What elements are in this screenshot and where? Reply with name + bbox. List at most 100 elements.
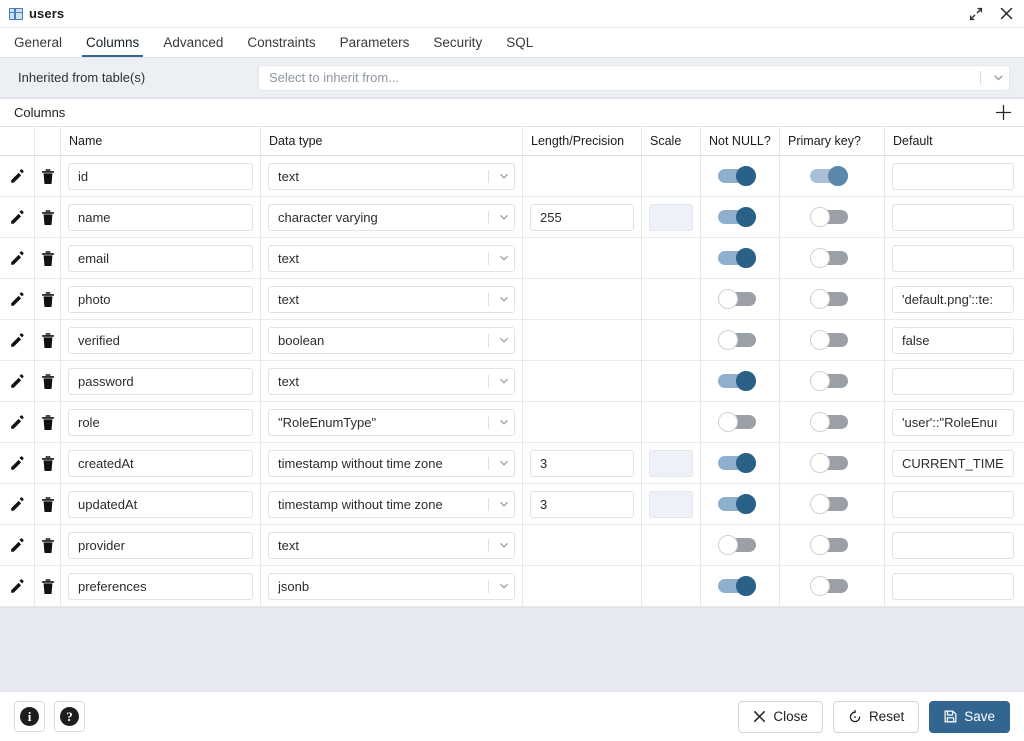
edit-row-button[interactable]	[7, 576, 27, 596]
save-button[interactable]: Save	[929, 700, 1010, 733]
delete-row-button[interactable]	[38, 330, 58, 350]
column-name-input[interactable]: updatedAt	[68, 490, 253, 518]
not-null-toggle[interactable]	[718, 330, 762, 350]
datatype-select[interactable]: timestamp without time zone	[268, 449, 515, 477]
edit-row-button[interactable]	[7, 330, 27, 350]
length-input[interactable]: 3	[530, 449, 634, 477]
default-input[interactable]	[892, 244, 1014, 272]
primary-key-toggle[interactable]	[810, 330, 854, 350]
help-button[interactable]: ?	[54, 701, 85, 732]
datatype-select[interactable]: jsonb	[268, 572, 515, 600]
datatype-select[interactable]: text	[268, 285, 515, 313]
not-null-toggle[interactable]	[718, 166, 762, 186]
edit-row-button[interactable]	[7, 453, 27, 473]
chevron-down-icon[interactable]	[496, 253, 512, 263]
default-input[interactable]: CURRENT_TIME	[892, 449, 1014, 477]
datatype-select[interactable]: text	[268, 367, 515, 395]
delete-row-button[interactable]	[38, 166, 58, 186]
column-name-input[interactable]: id	[68, 162, 253, 190]
column-name-input[interactable]: photo	[68, 285, 253, 313]
primary-key-toggle[interactable]	[810, 412, 854, 432]
primary-key-toggle[interactable]	[810, 248, 854, 268]
chevron-down-icon[interactable]	[496, 171, 512, 181]
column-name-input[interactable]: verified	[68, 326, 253, 354]
tab-general[interactable]: General	[2, 28, 74, 57]
delete-row-button[interactable]	[38, 535, 58, 555]
chevron-down-icon[interactable]	[496, 294, 512, 304]
chevron-down-icon[interactable]	[496, 540, 512, 550]
default-input[interactable]	[892, 531, 1014, 559]
not-null-toggle[interactable]	[718, 248, 762, 268]
length-input[interactable]: 3	[530, 490, 634, 518]
chevron-down-icon[interactable]	[496, 335, 512, 345]
length-input[interactable]: 255	[530, 203, 634, 231]
column-name-input[interactable]: name	[68, 203, 253, 231]
primary-key-toggle[interactable]	[810, 494, 854, 514]
edit-row-button[interactable]	[7, 166, 27, 186]
not-null-toggle[interactable]	[718, 289, 762, 309]
delete-row-button[interactable]	[38, 248, 58, 268]
not-null-toggle[interactable]	[718, 535, 762, 555]
close-button[interactable]: Close	[738, 700, 823, 733]
column-name-input[interactable]: preferences	[68, 572, 253, 600]
edit-row-button[interactable]	[7, 494, 27, 514]
delete-row-button[interactable]	[38, 207, 58, 227]
scale-input[interactable]	[649, 490, 693, 518]
column-name-input[interactable]: createdAt	[68, 449, 253, 477]
delete-row-button[interactable]	[38, 412, 58, 432]
close-icon[interactable]	[998, 6, 1014, 22]
primary-key-toggle[interactable]	[810, 453, 854, 473]
default-input[interactable]	[892, 162, 1014, 190]
not-null-toggle[interactable]	[718, 412, 762, 432]
primary-key-toggle[interactable]	[810, 576, 854, 596]
tab-parameters[interactable]: Parameters	[328, 28, 422, 57]
not-null-toggle[interactable]	[718, 453, 762, 473]
reset-button[interactable]: Reset	[832, 700, 920, 733]
info-button[interactable]: i	[14, 701, 45, 732]
chevron-down-icon[interactable]	[496, 581, 512, 591]
add-column-button[interactable]	[992, 102, 1014, 124]
edit-row-button[interactable]	[7, 248, 27, 268]
default-input[interactable]: 'default.png'::te:	[892, 285, 1014, 313]
column-name-input[interactable]: role	[68, 408, 253, 436]
datatype-select[interactable]: text	[268, 531, 515, 559]
edit-row-button[interactable]	[7, 289, 27, 309]
edit-row-button[interactable]	[7, 371, 27, 391]
chevron-down-icon[interactable]	[496, 212, 512, 222]
edit-row-button[interactable]	[7, 412, 27, 432]
tab-constraints[interactable]: Constraints	[235, 28, 327, 57]
chevron-down-icon[interactable]	[989, 72, 1007, 83]
primary-key-toggle[interactable]	[810, 535, 854, 555]
column-name-input[interactable]: provider	[68, 531, 253, 559]
not-null-toggle[interactable]	[718, 576, 762, 596]
edit-row-button[interactable]	[7, 535, 27, 555]
not-null-toggle[interactable]	[718, 494, 762, 514]
default-input[interactable]	[892, 572, 1014, 600]
chevron-down-icon[interactable]	[496, 499, 512, 509]
delete-row-button[interactable]	[38, 371, 58, 391]
default-input[interactable]: false	[892, 326, 1014, 354]
delete-row-button[interactable]	[38, 289, 58, 309]
delete-row-button[interactable]	[38, 453, 58, 473]
primary-key-toggle[interactable]	[810, 166, 854, 186]
datatype-select[interactable]: text	[268, 244, 515, 272]
default-input[interactable]: 'user'::"RoleEnuı	[892, 408, 1014, 436]
default-input[interactable]	[892, 203, 1014, 231]
default-input[interactable]	[892, 490, 1014, 518]
expand-icon[interactable]	[968, 6, 984, 22]
inherit-from-select[interactable]: Select to inherit from...	[258, 64, 1010, 91]
tab-advanced[interactable]: Advanced	[151, 28, 235, 57]
column-name-input[interactable]: email	[68, 244, 253, 272]
tab-columns[interactable]: Columns	[74, 28, 151, 57]
not-null-toggle[interactable]	[718, 207, 762, 227]
datatype-select[interactable]: boolean	[268, 326, 515, 354]
edit-row-button[interactable]	[7, 207, 27, 227]
default-input[interactable]	[892, 367, 1014, 395]
delete-row-button[interactable]	[38, 494, 58, 514]
datatype-select[interactable]: timestamp without time zone	[268, 490, 515, 518]
chevron-down-icon[interactable]	[496, 458, 512, 468]
tab-sql[interactable]: SQL	[494, 28, 545, 57]
chevron-down-icon[interactable]	[496, 417, 512, 427]
primary-key-toggle[interactable]	[810, 207, 854, 227]
primary-key-toggle[interactable]	[810, 289, 854, 309]
